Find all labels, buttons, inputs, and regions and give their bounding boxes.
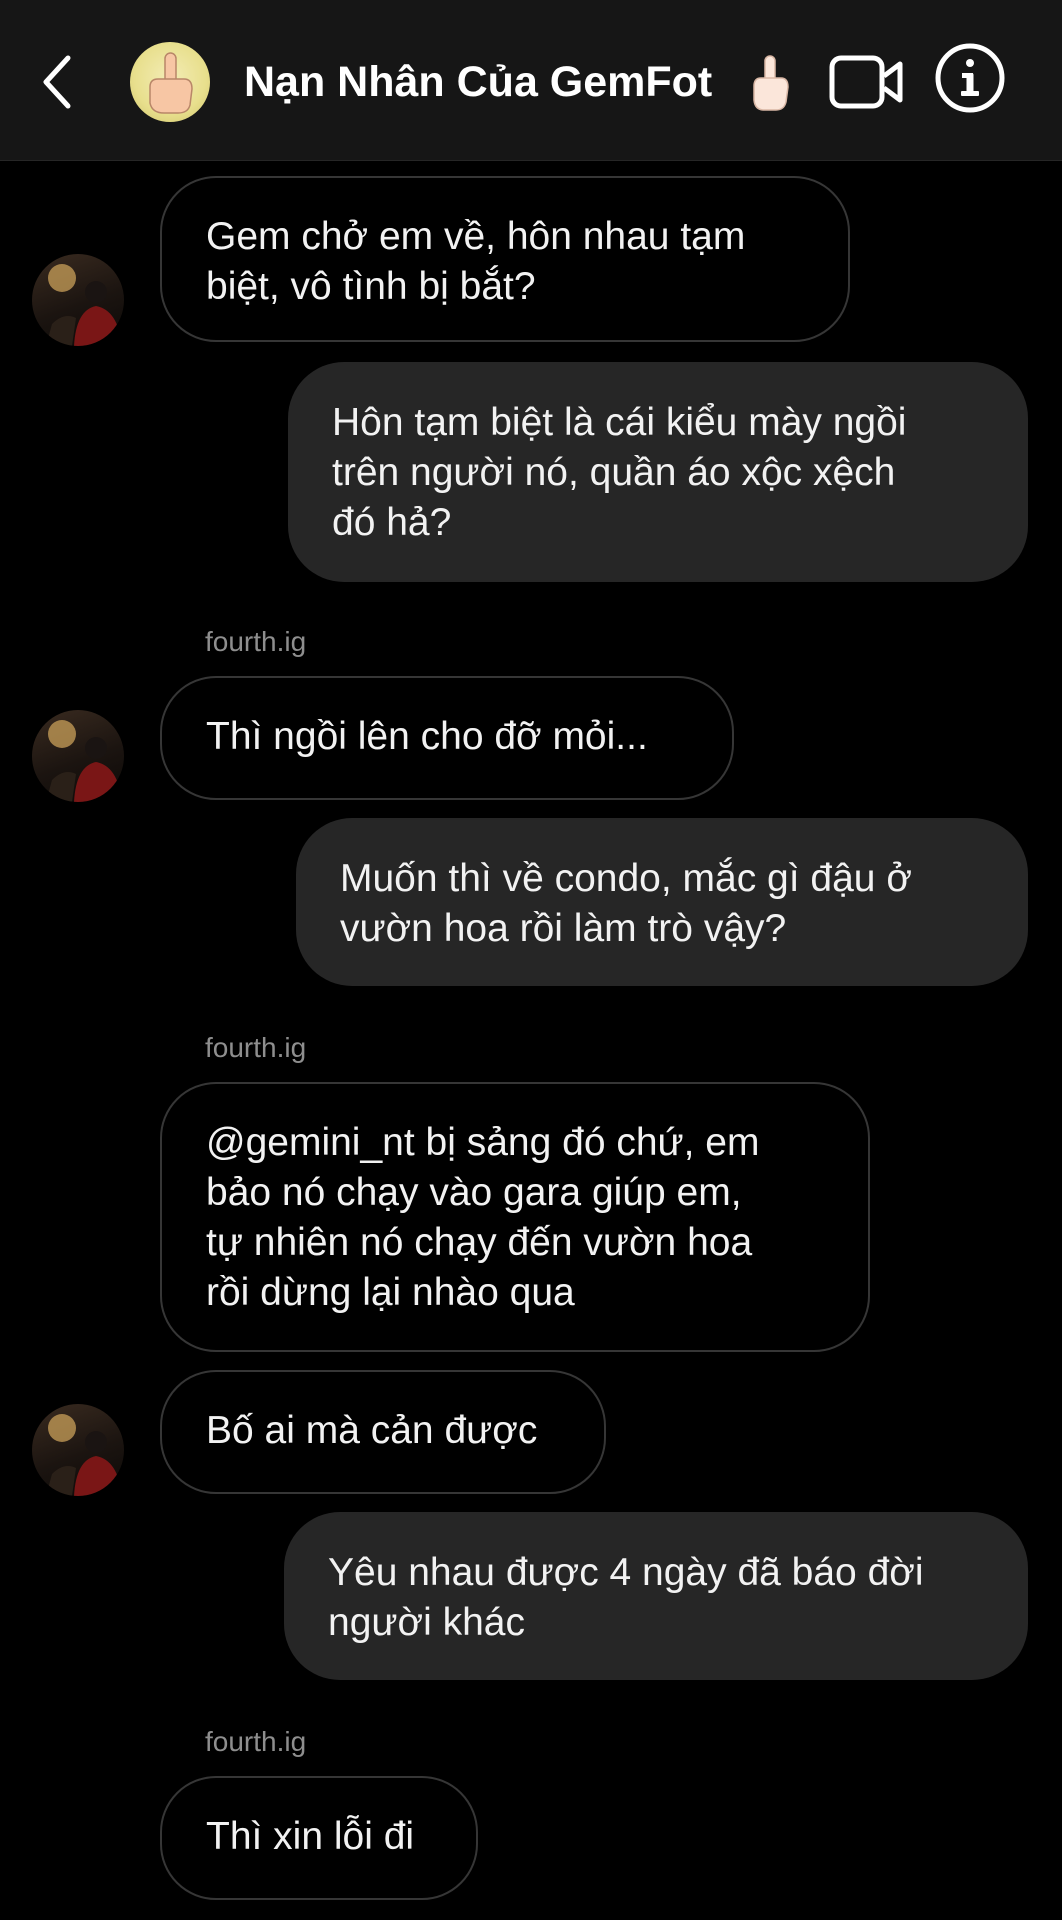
chat-title[interactable]: Nạn Nhân Của GemFot	[244, 52, 712, 112]
sender-label: fourth.ig	[205, 1726, 307, 1757]
message-incoming[interactable]: Bố ai mà cản được	[160, 1370, 606, 1494]
person-photo-icon	[46, 720, 122, 802]
sender-avatar[interactable]	[32, 1404, 124, 1496]
message-outgoing[interactable]: Muốn thì về condo, mắc gì đậu ở vườn hoa…	[296, 818, 1028, 986]
sender-avatar[interactable]	[32, 254, 124, 346]
video-call-icon[interactable]	[828, 50, 904, 114]
sender-label: fourth.ig	[205, 626, 307, 657]
middle-finger-icon	[149, 52, 193, 114]
person-photo-icon	[46, 264, 122, 346]
message-incoming[interactable]: Thì xin lỗi đi	[160, 1776, 478, 1900]
sender-avatar[interactable]	[32, 710, 124, 802]
info-icon[interactable]	[934, 42, 1006, 114]
chat-header: Nạn Nhân Của GemFot	[0, 0, 1062, 161]
middle-finger-emoji-icon	[753, 55, 789, 111]
message-outgoing[interactable]: Hôn tạm biệt là cái kiểu mày ngồi trên n…	[288, 362, 1028, 582]
chevron-left-icon	[43, 55, 71, 109]
back-button[interactable]	[30, 44, 86, 120]
message-incoming[interactable]: Gem chở em về, hôn nhau tạm biệt, vô tìn…	[160, 176, 850, 342]
sender-label: fourth.ig	[205, 1032, 307, 1063]
message-incoming[interactable]: @gemini_nt bị sảng đó chứ, em bảo nó chạ…	[160, 1082, 870, 1352]
message-outgoing[interactable]: Yêu nhau được 4 ngày đã báo đời người kh…	[284, 1512, 1028, 1680]
chat-avatar[interactable]	[130, 42, 210, 122]
message-incoming[interactable]: Thì ngồi lên cho đỡ mỏi...	[160, 676, 734, 800]
person-photo-icon	[46, 1414, 122, 1496]
